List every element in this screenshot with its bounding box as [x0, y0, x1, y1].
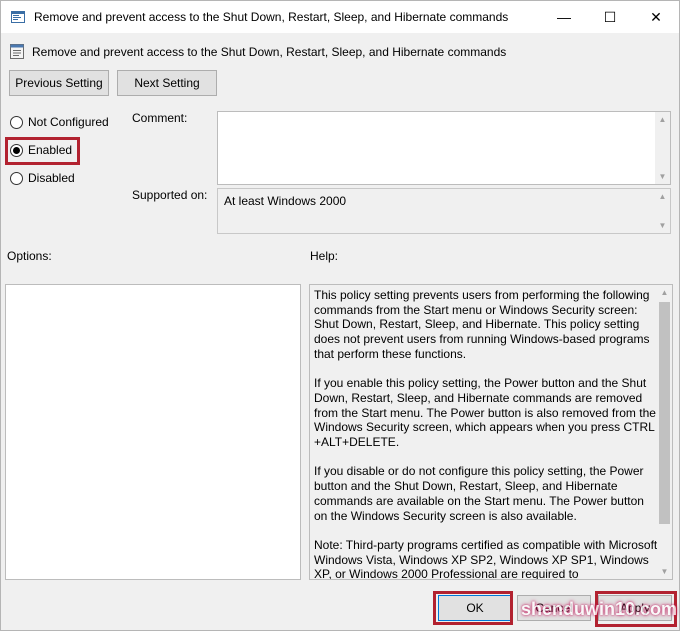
title-bar[interactable]: Remove and prevent access to the Shut Do…: [1, 1, 679, 33]
maximize-icon: ☐: [603, 8, 617, 25]
policy-document-icon: [10, 44, 24, 59]
supported-scrollbar[interactable]: ▲ ▼: [655, 189, 670, 233]
help-panel: This policy setting prevents users from …: [309, 284, 673, 580]
policy-title: Remove and prevent access to the Shut Do…: [32, 45, 507, 59]
next-setting-button[interactable]: Next Setting: [117, 70, 217, 96]
radio-label: Not Configured: [28, 115, 109, 129]
radio-circle: [10, 171, 23, 185]
scroll-down-icon[interactable]: ▼: [655, 169, 670, 184]
radio-not-configured[interactable]: Not Configured: [10, 113, 109, 131]
comment-scrollbar[interactable]: ▲ ▼: [655, 112, 670, 184]
scroll-down-icon[interactable]: ▼: [657, 564, 672, 579]
scroll-up-icon[interactable]: ▲: [655, 189, 670, 204]
watermark-text: shenduwin10.com: [521, 599, 678, 619]
supported-on-field: At least Windows 2000 ▲ ▼: [217, 188, 671, 234]
comment-textarea[interactable]: ▲ ▼: [217, 111, 671, 185]
help-label: Help:: [310, 249, 339, 263]
scroll-up-icon[interactable]: ▲: [655, 112, 670, 127]
maximize-button[interactable]: ☐: [587, 1, 633, 33]
scroll-down-icon[interactable]: ▼: [655, 218, 670, 233]
scroll-up-icon[interactable]: ▲: [657, 285, 672, 300]
supported-on-value: At least Windows 2000: [224, 194, 347, 208]
scroll-thumb[interactable]: [659, 302, 670, 524]
policy-setting-icon: [11, 11, 25, 23]
close-icon: ✕: [650, 8, 662, 25]
help-paragraph: This policy setting prevents users from …: [314, 288, 650, 361]
help-scrollbar[interactable]: ▲ ▼: [657, 285, 672, 579]
radio-disabled[interactable]: Disabled: [10, 169, 75, 187]
help-text: This policy setting prevents users from …: [314, 288, 658, 580]
help-paragraph: If you enable this policy setting, the P…: [314, 376, 656, 450]
ok-highlight-box: [433, 591, 513, 625]
minimize-icon: —: [557, 9, 571, 25]
enabled-highlight-box: [5, 137, 80, 165]
previous-setting-button[interactable]: Previous Setting: [9, 70, 109, 96]
close-button[interactable]: ✕: [633, 1, 679, 33]
help-paragraph: Note: Third-party programs certified as …: [314, 537, 658, 580]
help-paragraph: If you disable or do not configure this …: [314, 464, 644, 523]
minimize-button[interactable]: —: [541, 1, 587, 33]
window-title: Remove and prevent access to the Shut Do…: [34, 10, 509, 24]
policy-editor-window: Remove and prevent access to the Shut Do…: [0, 0, 680, 631]
comment-label: Comment:: [132, 111, 188, 125]
options-panel: [5, 284, 301, 580]
supported-on-label: Supported on:: [132, 188, 208, 202]
radio-circle: [10, 115, 23, 129]
options-label: Options:: [7, 249, 52, 263]
radio-label: Disabled: [28, 171, 75, 185]
